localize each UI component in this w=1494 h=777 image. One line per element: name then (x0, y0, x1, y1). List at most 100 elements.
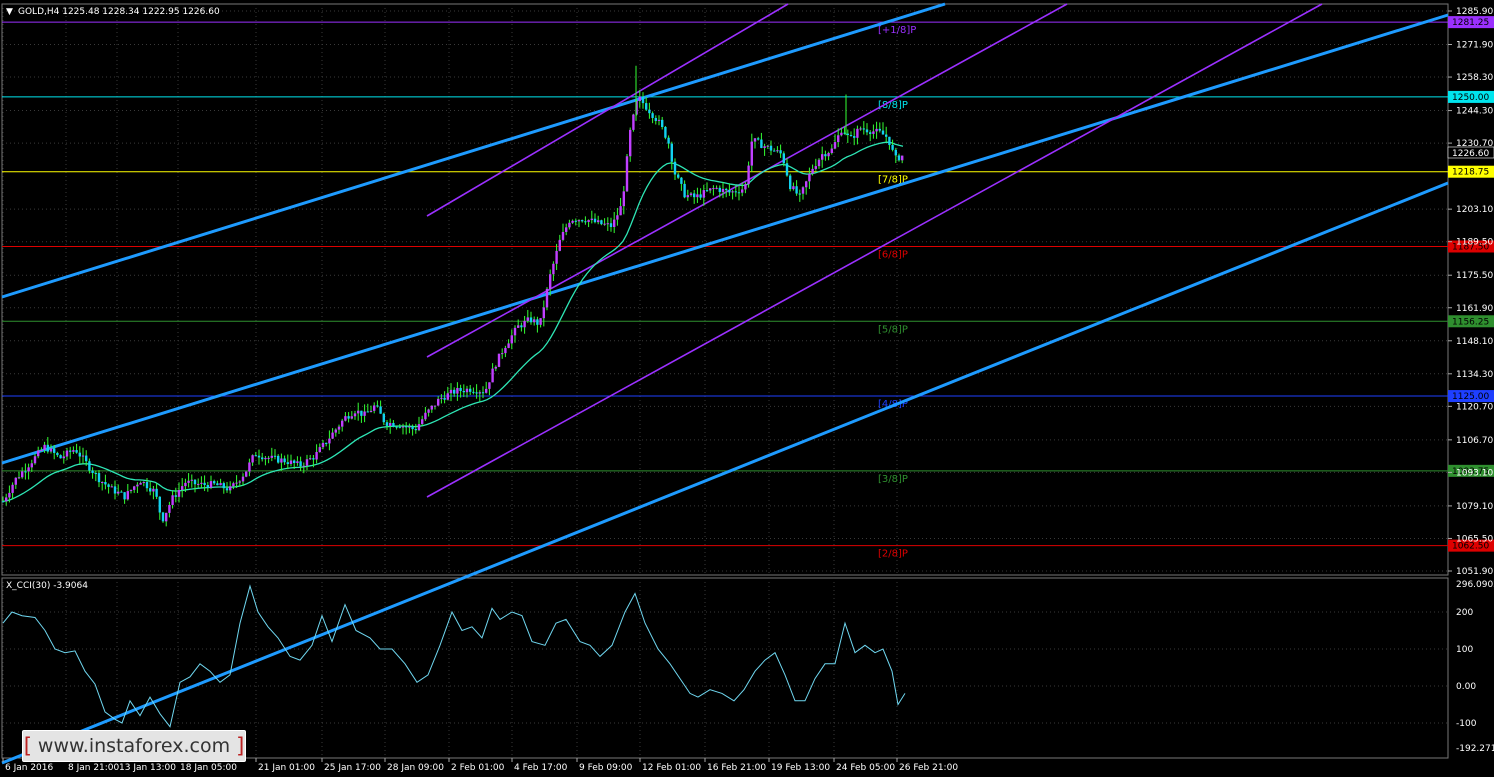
candle-body (238, 481, 241, 483)
price-tick-label: 1065.50 (1456, 534, 1493, 544)
candle-body (254, 455, 257, 457)
candle-body (213, 481, 216, 484)
candle-body (190, 479, 193, 481)
candle-body (433, 405, 437, 407)
candle-body (232, 483, 235, 487)
candle-body (827, 152, 830, 157)
candle-body (616, 215, 619, 220)
candle-body (177, 489, 181, 497)
candle-body (11, 484, 14, 493)
candle-body (629, 129, 632, 157)
level-label: [6/8]P (878, 249, 908, 260)
candle-body (193, 479, 197, 485)
candle-body (651, 113, 654, 118)
chart-canvas[interactable]: 1281.25[+1/8]P1250.00[8/8]P1218.75[7/8]P… (0, 0, 1494, 777)
candle-body (405, 426, 408, 428)
candle-body (689, 193, 693, 196)
candle-body (625, 156, 629, 192)
level-label: [2/8]P (878, 549, 908, 560)
time-tick-label: 28 Jan 09:00 (387, 763, 444, 773)
candle-body (145, 481, 149, 489)
level-tag-value: 1156.25 (1452, 317, 1489, 327)
candle-body (769, 145, 773, 151)
candle-body (149, 488, 152, 492)
candle-body (494, 366, 497, 369)
candle-body (709, 188, 712, 191)
candle-body (817, 159, 821, 167)
symbol-info: GOLD,H4 1225.48 1228.34 1222.95 1226.60 (18, 7, 220, 17)
candle-body (641, 96, 645, 104)
current-price-value: 1226.60 (1452, 149, 1489, 159)
candle-body (830, 148, 833, 153)
candle-body (379, 406, 382, 414)
watermark-logo: [www.instaforex.com] (22, 730, 246, 762)
candle-body (750, 141, 753, 166)
time-tick-label: 9 Feb 09:00 (579, 763, 633, 773)
candle-body (622, 191, 625, 207)
candle-body (657, 119, 661, 121)
level-label: [+1/8]P (878, 25, 916, 36)
time-tick-label: 18 Jan 05:00 (180, 763, 237, 773)
time-tick-label: 4 Feb 17:00 (514, 763, 568, 773)
candle-body (545, 288, 549, 308)
candle-body (206, 485, 209, 488)
candle-body (533, 319, 536, 323)
price-tick-label: 1271.90 (1456, 41, 1493, 51)
candle-body (152, 488, 155, 492)
price-tick-label: 1203.10 (1456, 205, 1493, 215)
candle-body (776, 150, 779, 152)
candle-body (577, 220, 581, 222)
candle-body (257, 455, 261, 458)
candle-body (395, 426, 398, 428)
candle-body (289, 460, 293, 465)
candle-body (824, 154, 827, 157)
cci-tick-label: 100 (1456, 645, 1473, 655)
candle-body (229, 486, 232, 491)
candle-body (632, 114, 635, 130)
candle-body (110, 486, 113, 488)
price-tick-label: 1120.70 (1456, 402, 1493, 412)
candle-body (725, 188, 728, 191)
candle-body (174, 495, 177, 497)
time-tick-label: 19 Feb 13:00 (771, 763, 830, 773)
candle-body (56, 452, 59, 456)
candle-body (75, 450, 78, 453)
candle-body (677, 174, 680, 178)
candle-body (869, 132, 872, 134)
cci-tick-label: 200 (1456, 608, 1473, 618)
candle-body (757, 138, 760, 140)
candle-body (469, 388, 472, 392)
candle-body (14, 477, 17, 485)
price-tick-label: 1161.90 (1456, 304, 1493, 314)
candle-body (46, 444, 49, 452)
candle-body (856, 128, 859, 138)
candle-body (280, 458, 283, 463)
candle-body (801, 187, 805, 194)
candle-body (158, 496, 161, 513)
candle-body (309, 458, 312, 460)
candle-body (619, 206, 622, 216)
candle-body (385, 422, 389, 426)
candle-body (747, 165, 750, 185)
candle-body (427, 409, 430, 413)
candle-body (744, 184, 747, 190)
candle-body (833, 142, 837, 149)
candle-body (155, 488, 158, 497)
candle-body (491, 368, 494, 383)
candle-body (795, 186, 798, 194)
candle-body (549, 274, 552, 289)
candle-body (766, 145, 769, 147)
candle-body (753, 138, 757, 142)
candle-body (462, 390, 465, 393)
candle-body (859, 128, 862, 130)
cci-tick-label: 0.00 (1456, 682, 1476, 692)
time-tick-label: 16 Feb 21:00 (707, 763, 766, 773)
candle-body (126, 491, 129, 500)
candle-body (264, 457, 267, 460)
menu-triangle-icon[interactable]: ▼ (6, 7, 13, 17)
candle-body (603, 223, 606, 225)
candle-body (17, 477, 21, 479)
candle-body (699, 194, 702, 198)
candle-body (526, 317, 529, 321)
candle-body (779, 150, 782, 154)
